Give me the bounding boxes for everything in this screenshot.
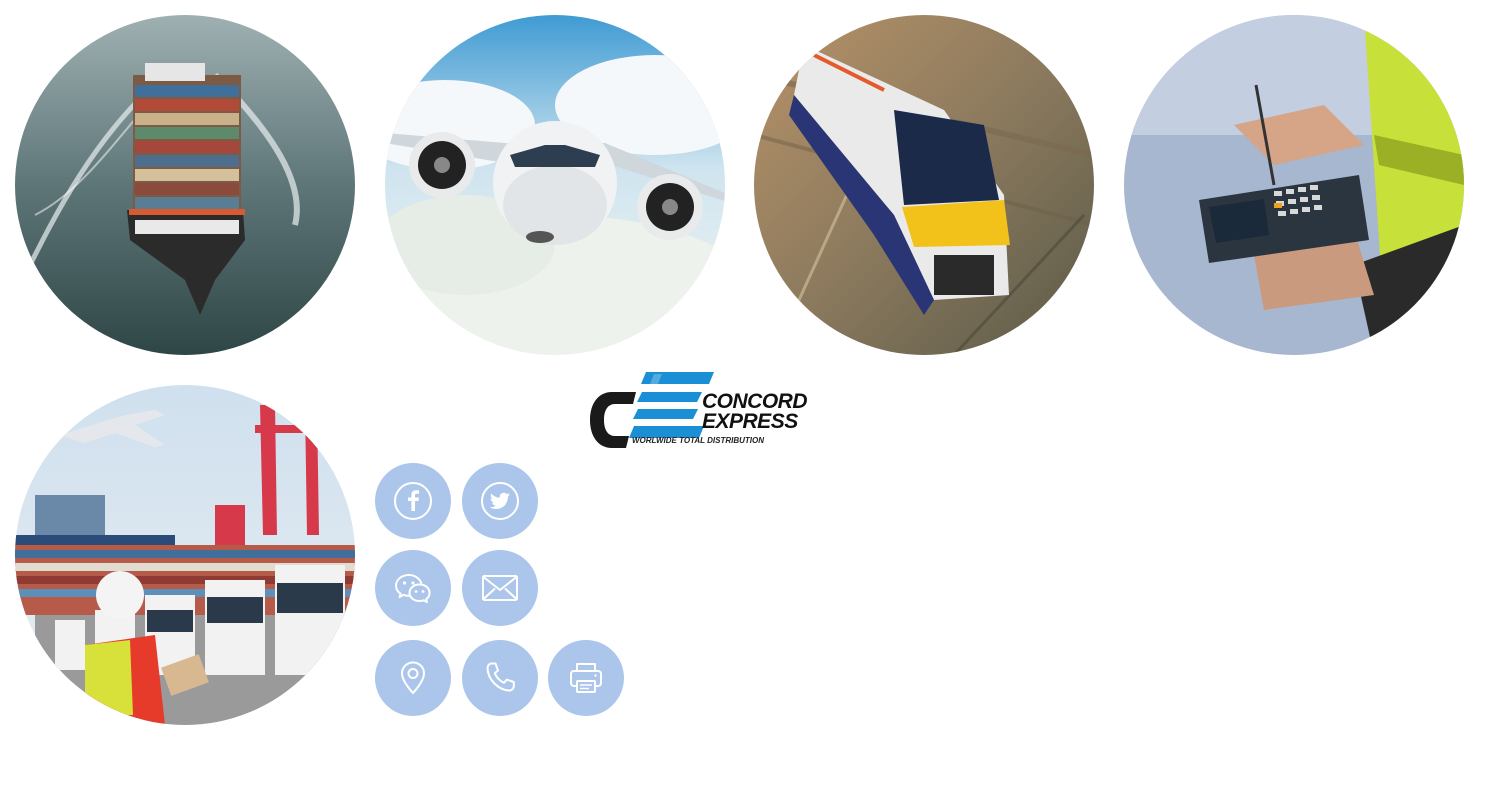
concord-express-logo: CONCORD EXPRESS WORLWIDE TOTAL DISTRIBUT… <box>588 370 810 452</box>
fax-button[interactable] <box>548 640 624 716</box>
barcode-scanner-photo <box>1124 15 1464 355</box>
email-button[interactable] <box>462 550 538 626</box>
location-icon <box>401 661 425 694</box>
container-ship-photo <box>15 15 355 355</box>
facebook-icon <box>394 482 432 520</box>
email-icon <box>482 575 518 601</box>
facebook-button[interactable] <box>375 463 451 539</box>
phone-button[interactable] <box>462 640 538 716</box>
wechat-icon <box>395 574 431 603</box>
port-logistics-photo <box>15 385 355 725</box>
logo-text-express: EXPRESS <box>702 410 798 433</box>
wechat-button[interactable] <box>375 550 451 626</box>
phone-icon <box>486 662 515 692</box>
twitter-icon <box>481 482 519 520</box>
twitter-button[interactable] <box>462 463 538 539</box>
logo-tagline: WORLWIDE TOTAL DISTRIBUTION <box>632 436 764 445</box>
fax-icon <box>570 663 602 693</box>
train-photo <box>754 15 1094 355</box>
page: CONCORD EXPRESS WORLWIDE TOTAL DISTRIBUT… <box>0 0 1500 800</box>
location-button[interactable] <box>375 640 451 716</box>
airplane-photo <box>385 15 725 355</box>
